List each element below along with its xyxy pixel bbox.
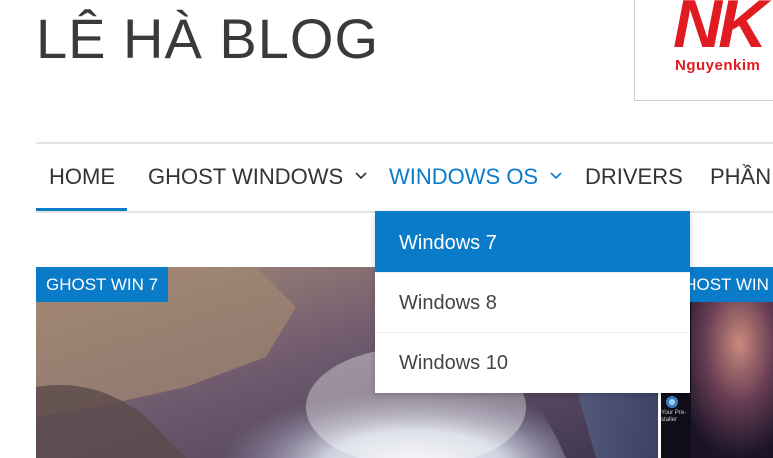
site-title[interactable]: LÊ HÀ BLOG [36, 8, 379, 70]
chevron-down-icon [355, 172, 367, 180]
category-tag[interactable]: GHOST WIN 7 [36, 267, 169, 302]
desktop-icon-label: Your Pre-staller [661, 410, 687, 423]
nav-item-windows-os-label: WINDOWS OS [389, 164, 539, 189]
nav-item-drivers[interactable]: DRIVERS [585, 144, 683, 211]
nguyenkim-logo-text: Nguyenkim [675, 57, 761, 74]
nav-item-home[interactable]: HOME [36, 144, 127, 211]
dropdown-item-windows-8[interactable]: Windows 8 [375, 273, 690, 333]
nav-item-windows-os[interactable]: WINDOWS OS [389, 144, 562, 211]
nav-item-home-label: HOME [49, 164, 115, 189]
nav-item-ghost-windows[interactable]: GHOST WINDOWS [148, 144, 367, 211]
main-nav: HOME GHOST WINDOWS WINDOWS OS DRIVERS PH… [36, 144, 773, 211]
ad-banner[interactable]: NK Nguyenkim [634, 0, 773, 101]
chevron-down-icon [550, 172, 562, 180]
windows-os-dropdown: Windows 7 Windows 8 Windows 10 [375, 211, 690, 393]
nav-item-drivers-label: DRIVERS [585, 164, 683, 189]
nav-item-phan-mem-label: PHẦN [710, 164, 772, 189]
nav-item-ghost-windows-label: GHOST WINDOWS [148, 164, 344, 189]
nguyenkim-logo: NK [673, 0, 767, 62]
dropdown-item-windows-7[interactable]: Windows 7 [375, 214, 690, 273]
dropdown-item-windows-10[interactable]: Windows 10 [375, 333, 690, 393]
nav-item-phan-mem[interactable]: PHẦN [710, 144, 771, 211]
